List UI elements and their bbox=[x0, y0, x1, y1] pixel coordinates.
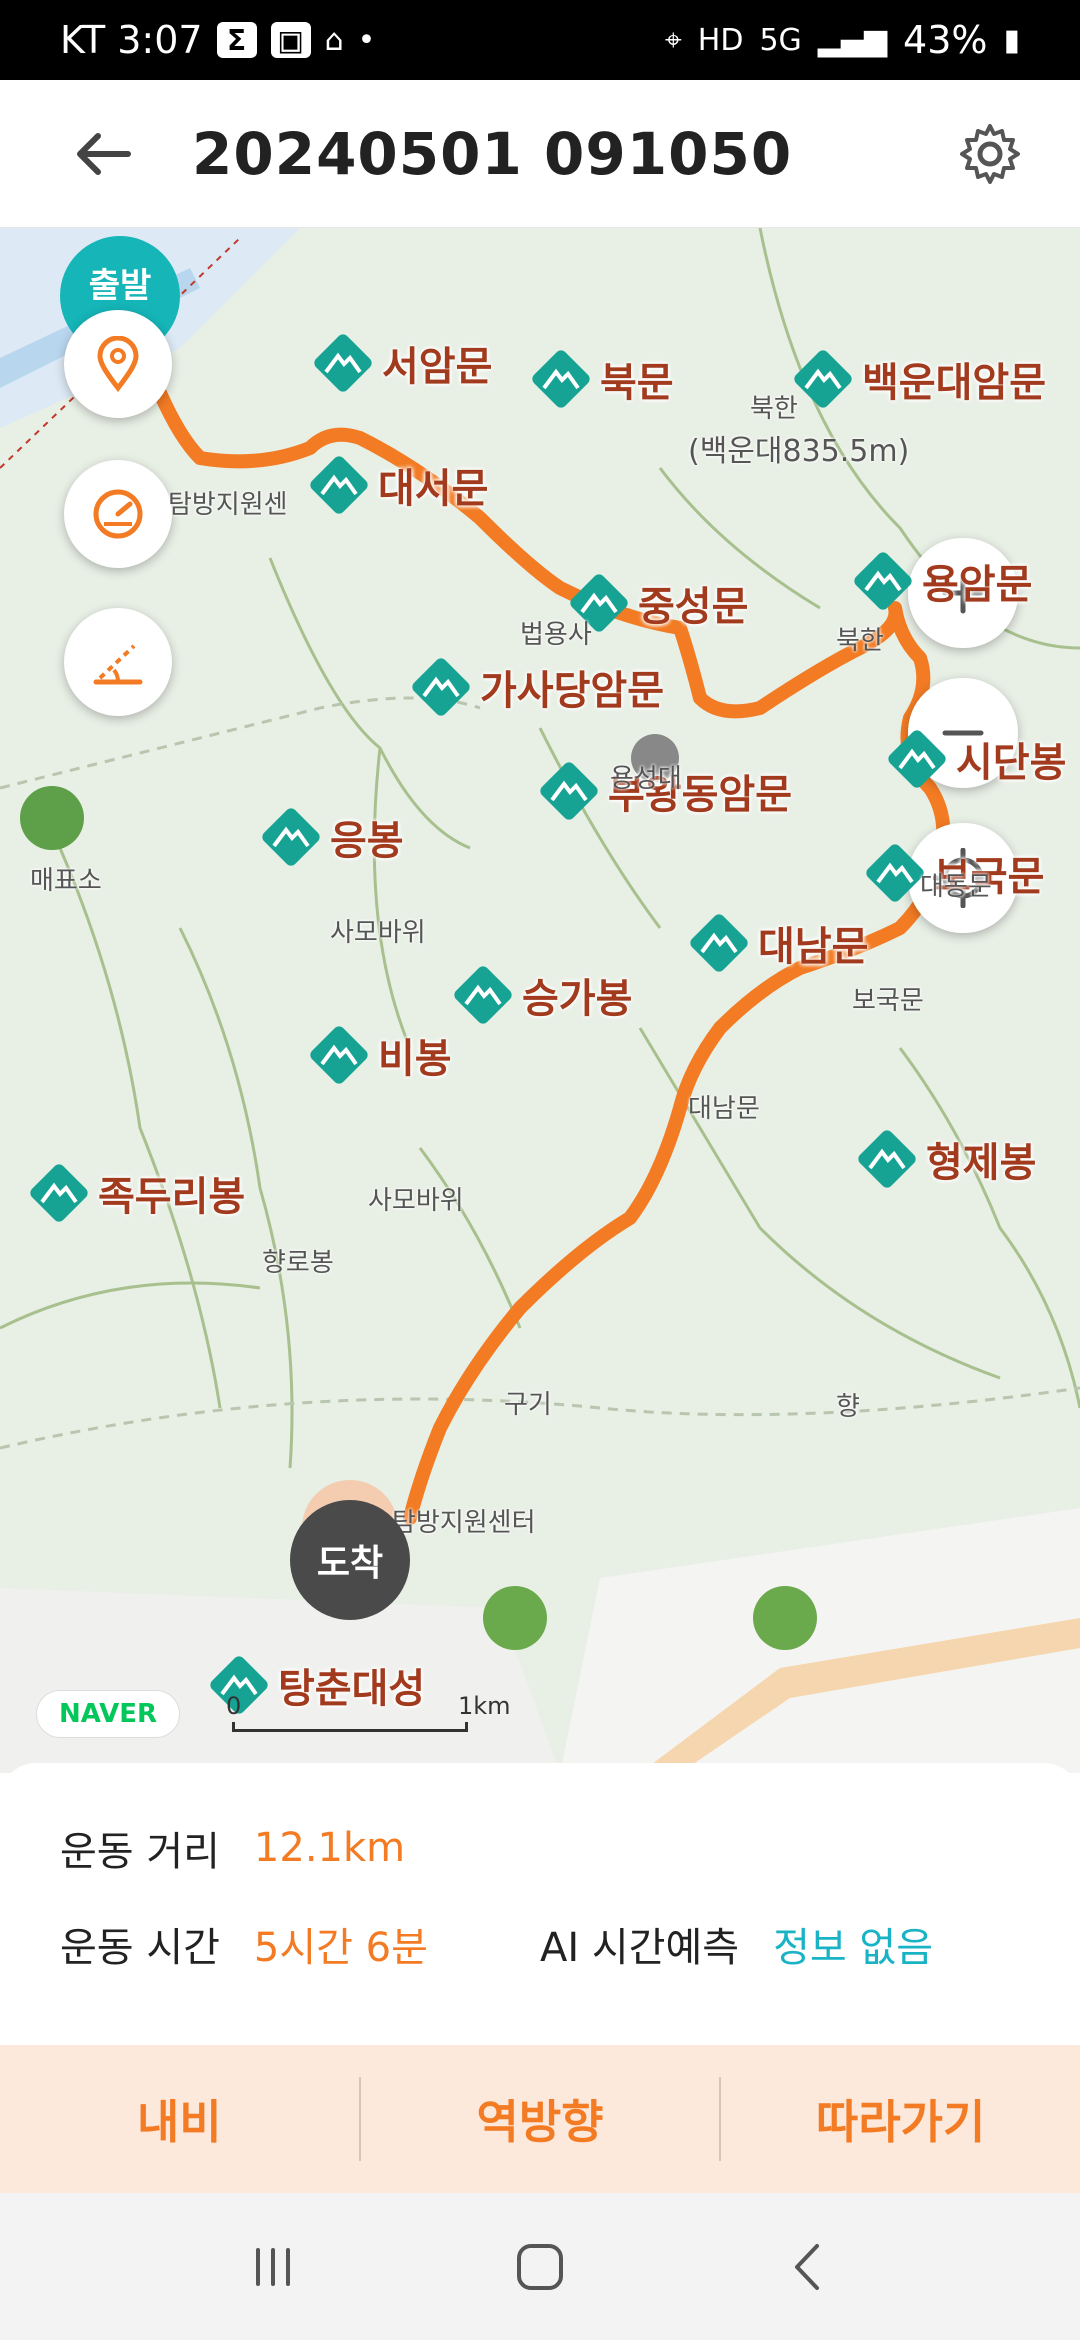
poi-daeseomun[interactable]: 대서문 bbox=[308, 454, 488, 516]
reverse-button[interactable]: 역방향 bbox=[361, 2045, 720, 2193]
map-label: 사모바위 bbox=[368, 1186, 464, 1216]
map-label: 법용사 bbox=[520, 620, 592, 650]
poi-sidanbong[interactable]: 시단봉 bbox=[886, 728, 1066, 790]
mountain-pin-icon bbox=[866, 844, 924, 902]
distance-row: 운동 거리 12.1km bbox=[60, 1819, 405, 1877]
poi-jungseongmun[interactable]: 중성문 bbox=[568, 572, 748, 634]
recent-apps-button[interactable] bbox=[223, 2217, 323, 2317]
network-icon: 5G bbox=[759, 22, 802, 58]
follow-button[interactable]: 따라가기 bbox=[721, 2045, 1080, 2193]
distance-label: 운동 거리 bbox=[60, 1829, 220, 1875]
location-pin-icon bbox=[97, 336, 139, 392]
ai-prediction-value: 정보 없음 bbox=[773, 1925, 933, 1971]
map-label: 보국문 bbox=[852, 986, 924, 1016]
mountain-pin-icon bbox=[888, 730, 946, 788]
map-label: 구기 bbox=[504, 1390, 552, 1420]
back-button[interactable] bbox=[52, 104, 152, 204]
back-arrow-icon bbox=[77, 132, 131, 175]
page-title: 20240501 091050 bbox=[192, 119, 793, 188]
system-nav-bar bbox=[0, 2193, 1080, 2340]
mountain-pin-icon bbox=[262, 808, 320, 866]
poi-yongammun[interactable]: 용암문 bbox=[852, 550, 1032, 612]
mountain-pin-icon bbox=[858, 1130, 916, 1188]
poi-bukmun[interactable]: 북문 bbox=[530, 348, 674, 410]
distance-value: 12.1km bbox=[253, 1825, 406, 1871]
gear-icon bbox=[960, 123, 1020, 184]
hd-icon: HD bbox=[697, 22, 744, 58]
action-bar: 내비 역방향 따라가기 bbox=[0, 2045, 1080, 2193]
mountain-pin-icon bbox=[310, 456, 368, 514]
mountain-pin-icon bbox=[540, 762, 598, 820]
mountain-pin-icon bbox=[310, 1026, 368, 1084]
status-bar: KT 3:07 Σ ▣ ⌂ • ⌖ HD 5G ▂▄▆ 43% ▮ bbox=[0, 0, 1080, 80]
map-label: 탐방지원센터 bbox=[392, 1508, 536, 1538]
map-view[interactable]: 출발 서암문 북문 백운대암문 대서문 중성문 용암문 가사당암문 시단봉 부왕… bbox=[0, 228, 1080, 1773]
chevron-left-icon bbox=[794, 2243, 819, 2290]
mountain-pin-icon bbox=[314, 334, 372, 392]
stats-panel: 운동 거리 12.1km 운동 시간 5시간 6분 AI 시간예측 정보 없음 bbox=[0, 1763, 1080, 2035]
poi-bibong[interactable]: 비봉 bbox=[308, 1024, 452, 1086]
map-label: 대동문 bbox=[920, 872, 992, 902]
speedometer-icon bbox=[93, 489, 143, 539]
map-label: 북한 bbox=[750, 394, 798, 424]
scale-bar bbox=[232, 1722, 468, 1732]
naver-logo: NAVER bbox=[36, 1690, 180, 1738]
elevation-button[interactable] bbox=[64, 608, 172, 716]
gallery-icon: ▣ bbox=[270, 22, 311, 58]
time-label: 운동 시간 bbox=[60, 1925, 220, 1971]
mountain-pin-icon bbox=[794, 350, 852, 408]
ai-prediction-row: AI 시간예측 정보 없음 bbox=[540, 1915, 933, 1973]
poi-eungbong[interactable]: 응봉 bbox=[260, 806, 404, 868]
time-value: 5시간 6분 bbox=[253, 1925, 428, 1971]
poi-daenammun[interactable]: 대남문 bbox=[688, 912, 868, 974]
location-pin-button[interactable] bbox=[64, 310, 172, 418]
map-label: 향 bbox=[836, 1392, 860, 1422]
elevation-icon bbox=[93, 644, 143, 685]
signal-icon: ▂▄▆ bbox=[817, 22, 888, 58]
arrive-badge: 도착 bbox=[290, 1500, 410, 1620]
speedometer-button[interactable] bbox=[64, 460, 172, 568]
poi-jokduribong[interactable]: 족두리봉 bbox=[28, 1162, 245, 1224]
map-label: 용성대 bbox=[610, 764, 682, 794]
dot-icon: • bbox=[357, 22, 376, 58]
mountain-pin-icon bbox=[30, 1164, 88, 1222]
recent-apps-icon bbox=[256, 2247, 291, 2286]
poi-gasadangammun[interactable]: 가사당암문 bbox=[410, 656, 664, 718]
poi-seoammun[interactable]: 서암문 bbox=[312, 332, 492, 394]
map-label: 향로봉 bbox=[262, 1248, 334, 1278]
battery-percent: 43% bbox=[903, 18, 988, 62]
map-label: 사모바위 bbox=[330, 918, 426, 948]
settings-button[interactable] bbox=[940, 104, 1040, 204]
home-button[interactable] bbox=[490, 2217, 590, 2317]
mountain-pin-icon bbox=[690, 914, 748, 972]
mountain-pin-icon bbox=[412, 658, 470, 716]
carrier-time: KT 3:07 bbox=[60, 18, 203, 62]
map-label: 탐방지원센 bbox=[168, 490, 288, 520]
map-label: 대남문 bbox=[688, 1094, 760, 1124]
mountain-pin-icon bbox=[854, 552, 912, 610]
mountain-pin-icon bbox=[454, 966, 512, 1024]
time-row: 운동 시간 5시간 6분 bbox=[60, 1915, 428, 1973]
navi-button[interactable]: 내비 bbox=[0, 2045, 359, 2193]
map-label: 북한 bbox=[836, 626, 884, 656]
mountain-pin-icon bbox=[532, 350, 590, 408]
shoe-icon: ⌂ bbox=[324, 22, 344, 58]
battery-icon: ▮ bbox=[1003, 22, 1020, 58]
ai-prediction-label: AI 시간예측 bbox=[540, 1925, 740, 1971]
poi-baegundae-ammun[interactable]: 백운대암문 bbox=[792, 348, 1046, 410]
home-icon bbox=[516, 2243, 563, 2290]
app-bar: 20240501 091050 bbox=[0, 80, 1080, 228]
location-icon: ⌖ bbox=[664, 22, 682, 58]
map-label: 매표소 bbox=[30, 866, 102, 896]
poi-seunggabong[interactable]: 승가봉 bbox=[452, 964, 632, 1026]
map-scale: 0 1km bbox=[226, 1692, 511, 1732]
system-back-button[interactable] bbox=[757, 2217, 857, 2317]
poi-hyeongjebong[interactable]: 형제봉 bbox=[856, 1128, 1036, 1190]
map-label: (백운대835.5m) bbox=[688, 434, 910, 469]
sigma-icon: Σ bbox=[216, 22, 257, 58]
